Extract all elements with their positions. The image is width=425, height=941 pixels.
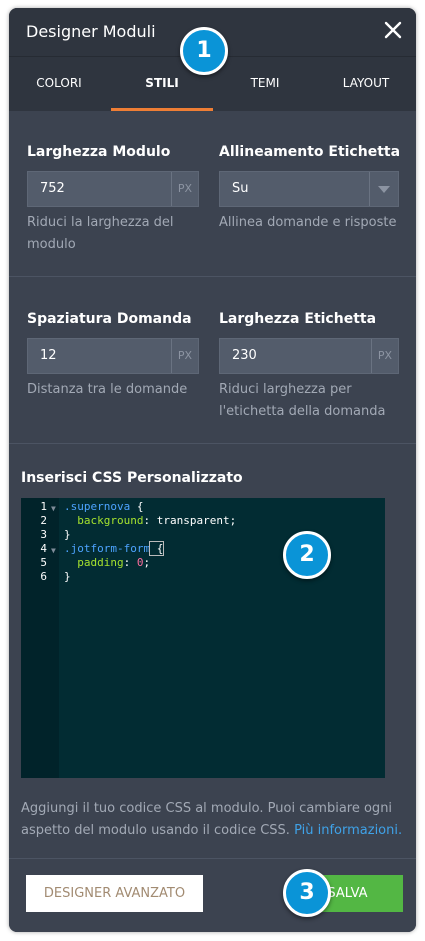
label-width-input[interactable]: 230 PX <box>219 338 399 374</box>
form-width-label: Larghezza Modulo <box>27 144 171 160</box>
label-alignment-help: Allinea domande e risposte <box>219 215 397 230</box>
css-code-editor[interactable]: 1 ▼ .supernova { 2 background: transpare… <box>21 498 385 778</box>
line-number: 4 <box>40 542 47 555</box>
label-width-label: Larghezza Etichetta <box>219 311 377 327</box>
label-alignment-value: Su <box>232 181 249 196</box>
step-badge-1: 1 <box>180 27 228 75</box>
section-divider <box>9 443 416 444</box>
code-line: } <box>64 570 71 583</box>
panel-title: Designer Moduli <box>26 22 156 41</box>
tab-colori[interactable]: COLORI <box>9 57 109 111</box>
code-line: padding: 0; <box>77 556 151 569</box>
css-info-text: Aggiungi il tuo codice CSS al modulo. Pu… <box>21 801 403 838</box>
fold-arrow-icon[interactable]: ▼ <box>51 544 56 558</box>
question-spacing-label: Spaziatura Domanda <box>27 311 192 327</box>
form-width-value: 752 <box>40 181 65 196</box>
step-badge-2: 2 <box>283 531 331 579</box>
custom-css-label: Inserisci CSS Personalizzato <box>21 470 243 486</box>
form-width-help: Riduci la larghezza del modulo <box>27 215 174 252</box>
code-line: .jotform-form { <box>64 541 165 556</box>
more-info-link[interactable]: Più informazioni. <box>294 823 402 838</box>
label-width-unit: PX <box>371 339 398 373</box>
code-line: } <box>64 528 71 541</box>
advanced-designer-button[interactable]: DESIGNER AVANZATO <box>26 875 203 912</box>
label-alignment-select[interactable]: Su <box>219 171 399 207</box>
section-divider <box>9 276 416 277</box>
code-line: background: transparent; <box>77 514 237 527</box>
line-number: 6 <box>40 570 47 583</box>
code-line: .supernova { <box>64 500 144 513</box>
question-spacing-value: 12 <box>40 348 57 363</box>
tab-temi[interactable]: TEMI <box>215 57 315 111</box>
question-spacing-input[interactable]: 12 PX <box>27 338 199 374</box>
line-number: 5 <box>40 556 47 569</box>
fold-arrow-icon[interactable]: ▼ <box>51 502 56 516</box>
close-icon[interactable] <box>382 19 404 41</box>
label-alignment-label: Allineamento Etichetta <box>219 144 401 160</box>
form-designer-panel: Designer Moduli COLORI STILI TEMI LAYOUT… <box>9 8 416 932</box>
step-badge-3: 3 <box>283 869 331 917</box>
tab-layout[interactable]: LAYOUT <box>316 57 416 111</box>
question-spacing-help: Distanza tra le domande <box>27 382 188 397</box>
panel-footer: DESIGNER AVANZATO SALVA <box>9 858 416 932</box>
line-number: 3 <box>40 528 47 541</box>
form-width-unit: PX <box>171 172 198 206</box>
form-width-input[interactable]: 752 PX <box>27 171 199 207</box>
question-spacing-unit: PX <box>171 339 198 373</box>
line-number: 1 <box>40 500 47 513</box>
chevron-down-icon <box>369 172 398 206</box>
line-number: 2 <box>40 514 47 527</box>
label-width-help: Riduci larghezza per l'etichetta della d… <box>219 382 386 419</box>
label-width-value: 230 <box>232 348 257 363</box>
